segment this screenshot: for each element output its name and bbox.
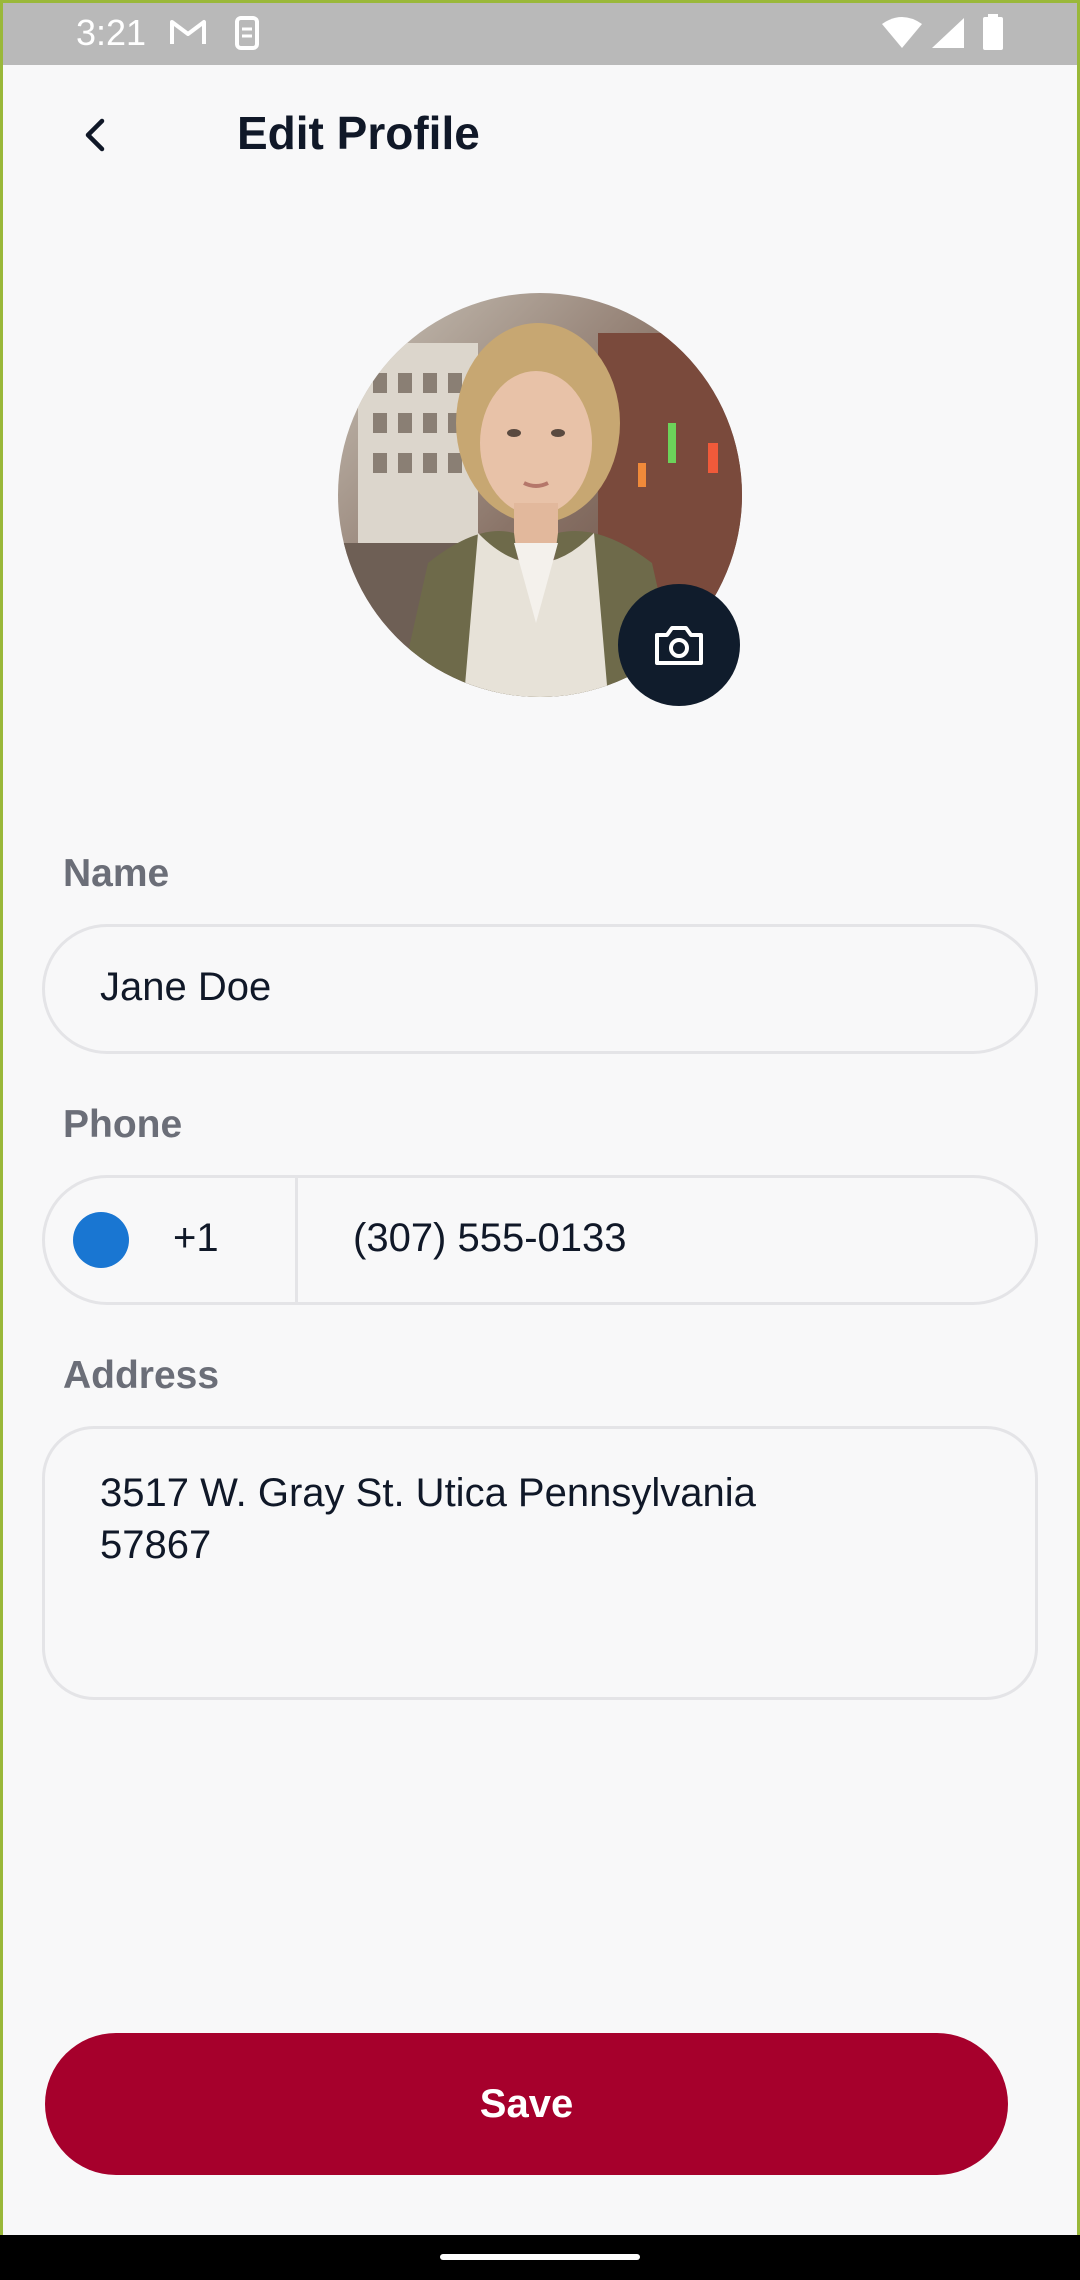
back-button[interactable] [66,105,126,165]
phone-label: Phone [63,1103,183,1146]
address-value: 3517 W. Gray St. Utica Pennsylvania 5786… [100,1471,756,1567]
page-title: Edit Profile [237,107,480,159]
signal-icon [930,16,966,55]
name-label: Name [63,852,170,895]
gmail-icon [168,14,208,55]
chevron-left-icon [85,118,105,152]
phone-field: +1 (307) 555-0133 [42,1175,1038,1305]
camera-icon [655,626,703,665]
status-time: 3:21 [76,12,147,53]
wifi-icon [880,16,924,55]
phone-divider [295,1178,298,1302]
address-label: Address [63,1354,220,1397]
navigation-bar [0,2235,1080,2280]
dial-code: +1 [173,1216,219,1260]
home-indicator[interactable] [440,2254,640,2260]
country-flag-icon [73,1212,129,1268]
save-label: Save [479,2081,574,2126]
name-value: Jane Doe [100,965,272,1009]
name-field[interactable]: Jane Doe [42,924,1038,1054]
phone-number-input[interactable]: (307) 555-0133 [353,1216,627,1261]
status-bar: 3:21 [0,0,1080,65]
address-field[interactable]: 3517 W. Gray St. Utica Pennsylvania 5786… [42,1426,1038,1700]
country-code-selector[interactable]: +1 [45,1178,295,1302]
sim-icon [232,14,262,57]
battery-icon [982,14,1004,55]
change-photo-button[interactable] [618,584,740,706]
save-button[interactable]: Save [45,2033,1008,2175]
